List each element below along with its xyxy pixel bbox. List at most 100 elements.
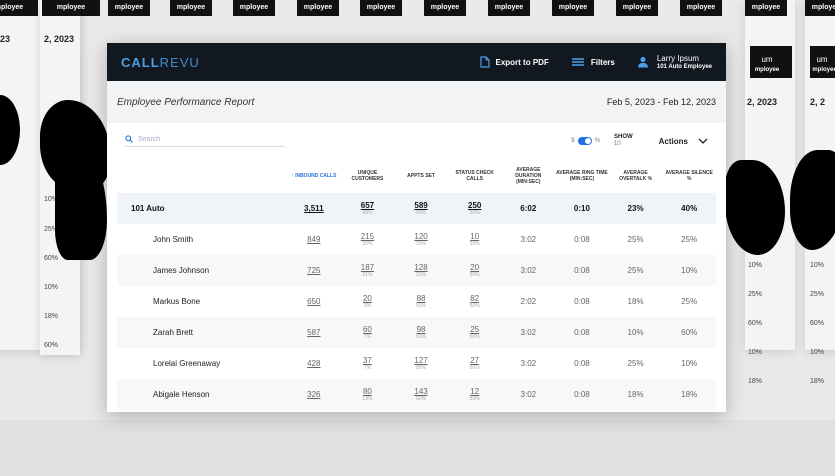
unique-value[interactable]: 215: [342, 232, 394, 241]
appts-cell[interactable]: 98 50%: [394, 317, 448, 348]
background-pct: 25%: [748, 291, 763, 298]
inbound-cell[interactable]: 849: [287, 224, 341, 255]
unique-value[interactable]: 657: [342, 201, 394, 210]
appts-cell[interactable]: 120 30%: [394, 224, 448, 255]
inbound-value[interactable]: 428: [288, 359, 340, 368]
employee-name[interactable]: James Johnson: [117, 255, 287, 286]
duration-cell: 3:02: [501, 317, 556, 348]
unique-cell[interactable]: 657 49%: [340, 193, 395, 224]
unique-value[interactable]: 20: [342, 294, 394, 303]
unique-cell[interactable]: 37 7%: [341, 348, 395, 379]
table-row[interactable]: Cleveland Brown2801021203:020:0825%60%: [117, 410, 716, 412]
column-header-silence[interactable]: Average Silence %: [662, 159, 716, 193]
appts-value[interactable]: 589: [395, 201, 447, 210]
unique-cell[interactable]: 60 7%: [340, 317, 395, 348]
inbound-value[interactable]: 650: [288, 297, 340, 306]
status-value[interactable]: 82: [449, 294, 501, 303]
date-range[interactable]: Feb 5, 2023 - Feb 12, 2023: [607, 97, 716, 107]
inbound-cell[interactable]: 428: [287, 348, 341, 379]
status-cell[interactable]: 82 50%: [448, 286, 502, 317]
employee-name[interactable]: John Smith: [117, 224, 287, 255]
employee-name[interactable]: Lorelai Greenaway: [117, 348, 287, 379]
column-header-appts[interactable]: Appts Set: [394, 159, 448, 193]
unique-value[interactable]: 37: [342, 356, 394, 365]
inbound-value[interactable]: 849: [288, 235, 340, 244]
inbound-cell[interactable]: 326: [287, 379, 341, 410]
status-cell[interactable]: 120: [448, 410, 502, 412]
column-header-duration[interactable]: Average Duration (min:sec): [502, 159, 556, 193]
appts-cell[interactable]: 128 25%: [394, 255, 448, 286]
inbound-cell[interactable]: 650: [287, 286, 341, 317]
chevron-down-icon: [698, 138, 708, 144]
table-header-row: ↑ Inbound Calls Unique Customers Appts S…: [117, 159, 716, 193]
duration-cell: 3:02: [520, 235, 537, 244]
appts-cell[interactable]: 589 50%: [394, 193, 448, 224]
app-logo[interactable]: CALLREVU: [121, 55, 200, 70]
appts-value[interactable]: 127: [395, 356, 447, 365]
status-value[interactable]: 250: [449, 201, 501, 210]
appts-cell[interactable]: 127 88%: [394, 348, 448, 379]
unique-cell[interactable]: 215 30%: [341, 224, 395, 255]
appts-cell[interactable]: 143 90%: [394, 379, 448, 410]
inbound-cell[interactable]: 725: [287, 255, 341, 286]
toggle-switch[interactable]: [577, 137, 592, 145]
employee-name[interactable]: Zarah Brett: [117, 317, 287, 348]
appts-cell[interactable]: 2: [394, 410, 448, 412]
user-menu[interactable]: Larry Ipsum 101 Auto Employee: [637, 54, 712, 70]
table-row[interactable]: Lorelai Greenaway 428 37 7% 127 88% 27 50% 3:02 0…: [117, 348, 716, 379]
status-cell[interactable]: 12 50%: [447, 379, 502, 410]
column-header-inbound[interactable]: ↑ Inbound Calls: [287, 159, 341, 193]
column-header-overtalk[interactable]: Average Overtalk %: [609, 159, 663, 193]
appts-value[interactable]: 120: [395, 232, 447, 241]
search-field[interactable]: Search: [125, 135, 285, 147]
column-header-unique[interactable]: Unique Customers: [341, 159, 395, 193]
table-row[interactable]: Markus Bone 650 20 3% 88 50% 82 50% 2:02 0:08 18% 2…: [117, 286, 716, 317]
unit-toggle[interactable]: $ %: [571, 137, 600, 145]
table-row[interactable]: Zarah Brett 587 60 7% 98 50% 25 50% 3:02 0:08 10% 6…: [117, 317, 716, 348]
column-header-ring[interactable]: Average Ring Time (min:sec): [555, 159, 609, 193]
filters-button[interactable]: Filters: [571, 57, 615, 67]
unique-value[interactable]: 60: [342, 325, 394, 334]
employee-name[interactable]: Markus Bone: [117, 286, 287, 317]
appts-value[interactable]: 128: [395, 263, 447, 272]
appts-cell[interactable]: 88 50%: [394, 286, 448, 317]
actions-dropdown[interactable]: Actions: [659, 137, 708, 146]
status-value[interactable]: 25: [449, 325, 501, 334]
status-cell[interactable]: 27 50%: [448, 348, 502, 379]
status-value[interactable]: 27: [449, 356, 501, 365]
unique-cell[interactable]: 80 13%: [340, 379, 395, 410]
unique-value[interactable]: 187: [342, 263, 394, 272]
employee-name[interactable]: Cleveland Brown: [117, 410, 287, 412]
inbound-value[interactable]: 3,511: [288, 204, 340, 213]
column-header-status[interactable]: Status Check Calls: [448, 159, 502, 193]
status-cell[interactable]: 20 50%: [447, 255, 502, 286]
status-value[interactable]: 10: [449, 232, 501, 241]
show-select[interactable]: SHOW 10: [614, 134, 633, 148]
status-value[interactable]: 12: [449, 387, 501, 396]
search-icon: [125, 135, 133, 143]
inbound-value[interactable]: 326: [288, 390, 340, 399]
appts-value[interactable]: 143: [395, 387, 447, 396]
inbound-value[interactable]: 725: [288, 266, 340, 275]
table-row[interactable]: James Johnson 725 187 21% 128 25% 20 50% 3:02 0:0…: [117, 255, 716, 286]
unique-cell[interactable]: 187 21%: [340, 255, 395, 286]
status-cell[interactable]: 25 50%: [447, 317, 502, 348]
inbound-cell[interactable]: 587: [287, 317, 341, 348]
inbound-value[interactable]: 587: [288, 328, 340, 337]
status-value[interactable]: 20: [449, 263, 501, 272]
status-cell[interactable]: 250 50%: [447, 193, 502, 224]
unique-cell[interactable]: 20 3%: [341, 286, 395, 317]
inbound-cell[interactable]: 280: [287, 410, 341, 412]
unique-value[interactable]: 80: [342, 387, 394, 396]
table-row[interactable]: Abigale Henson 326 80 13% 143 90% 12 50% 3:02 0:0…: [117, 379, 716, 410]
inbound-cell[interactable]: 3,511: [287, 193, 341, 224]
appts-value[interactable]: 98: [395, 325, 447, 334]
unique-cell[interactable]: 10: [341, 410, 395, 412]
employee-name[interactable]: Abigale Henson: [117, 379, 287, 410]
employee-name[interactable]: 101 Auto: [117, 193, 287, 224]
export-pdf-button[interactable]: Export to PDF: [479, 56, 549, 68]
table-row[interactable]: John Smith 849 215 30% 120 30% 10 50% 3:02 0:08 25…: [117, 224, 716, 255]
status-cell[interactable]: 10 50%: [448, 224, 502, 255]
appts-value[interactable]: 88: [395, 294, 447, 303]
table-row-total[interactable]: 101 Auto 3,511 657 49% 589 50% 250 50% 6:02 0:10 2…: [117, 193, 716, 224]
